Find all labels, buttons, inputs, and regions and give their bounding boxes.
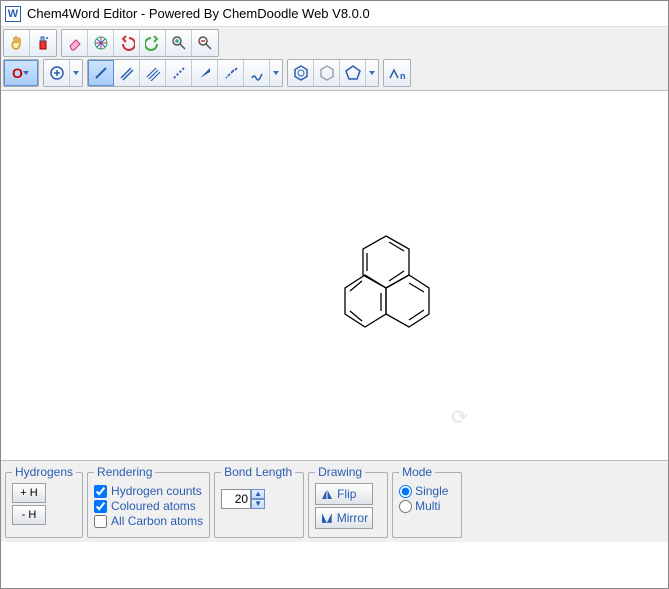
- hand-tool[interactable]: [4, 30, 30, 56]
- chevron-down-icon: [369, 71, 375, 75]
- rendering-legend: Rendering: [94, 465, 155, 479]
- mode-single-radio[interactable]: [399, 485, 412, 498]
- bond-length-legend: Bond Length: [221, 465, 295, 479]
- dashed-bond-tool[interactable]: [166, 60, 192, 86]
- hydrogen-counts-checkbox[interactable]: [94, 485, 107, 498]
- undo-icon: [119, 35, 135, 51]
- all-carbon-label: All Carbon atoms: [111, 514, 203, 528]
- center-tool[interactable]: [88, 30, 114, 56]
- mode-single-row[interactable]: Single: [399, 484, 455, 498]
- chevron-down-icon: [23, 71, 29, 75]
- toolbar-row-2: O: [1, 57, 668, 90]
- pentagon-icon: [344, 64, 362, 82]
- drawing-group: Drawing Flip Mirror: [308, 465, 388, 538]
- app-icon: W: [5, 6, 21, 22]
- coloured-atoms-checkbox[interactable]: [94, 500, 107, 513]
- hash-wedge-bond-tool[interactable]: [218, 60, 244, 86]
- hydrogens-legend: Hydrogens: [12, 465, 76, 479]
- coloured-atoms-checkbox-row[interactable]: Coloured atoms: [94, 499, 203, 513]
- mirror-button[interactable]: Mirror: [315, 507, 373, 529]
- redo-icon: [145, 35, 161, 51]
- bottom-panel: Hydrogens + H - H Rendering Hydrogen cou…: [1, 460, 668, 542]
- ring-dropdown[interactable]: [366, 60, 378, 86]
- charge-dropdown[interactable]: [70, 60, 82, 86]
- rendering-group: Rendering Hydrogen counts Coloured atoms…: [87, 465, 210, 538]
- chevron-down-icon: [273, 71, 279, 75]
- dashed-bond-icon: [171, 65, 187, 81]
- add-charge-tool[interactable]: [44, 60, 70, 86]
- bond-length-input[interactable]: [221, 489, 251, 509]
- chevron-down-icon: [73, 71, 79, 75]
- chain-label: n: [400, 71, 406, 81]
- mirror-label: Mirror: [337, 511, 368, 525]
- zoom-in-icon: [171, 35, 187, 51]
- mode-single-label: Single: [415, 484, 448, 498]
- eraser-tool[interactable]: [62, 30, 88, 56]
- hydrogen-counts-label: Hydrogen counts: [111, 484, 202, 498]
- wavy-bond-icon: [249, 65, 265, 81]
- remove-hydrogen-button[interactable]: - H: [12, 505, 46, 525]
- clean-tool[interactable]: [30, 30, 56, 56]
- zoom-out-button[interactable]: [192, 30, 218, 56]
- coloured-atoms-label: Coloured atoms: [111, 499, 196, 513]
- bond-dropdown[interactable]: [270, 60, 282, 86]
- hydrogens-group: Hydrogens + H - H: [5, 465, 83, 538]
- hash-wedge-icon: [223, 65, 239, 81]
- chain-icon: n: [388, 64, 406, 82]
- wavy-bond-tool[interactable]: [244, 60, 270, 86]
- eraser-icon: [67, 35, 83, 51]
- spray-icon: [35, 35, 51, 51]
- flip-icon: [320, 487, 334, 501]
- compass-icon: [93, 35, 109, 51]
- redo-button[interactable]: [140, 30, 166, 56]
- single-bond-tool[interactable]: [88, 60, 114, 86]
- mode-group: Mode Single Multi: [392, 465, 462, 538]
- hydrogen-counts-checkbox-row[interactable]: Hydrogen counts: [94, 484, 203, 498]
- triple-bond-icon: [145, 65, 161, 81]
- drawing-legend: Drawing: [315, 465, 365, 479]
- wedge-bond-tool[interactable]: [192, 60, 218, 86]
- triple-bond-tool[interactable]: [140, 60, 166, 86]
- zoom-in-button[interactable]: [166, 30, 192, 56]
- zoom-out-icon: [197, 35, 213, 51]
- toolbar-row-1: [1, 27, 668, 57]
- flip-button[interactable]: Flip: [315, 483, 373, 505]
- bond-length-up[interactable]: ▲: [251, 489, 265, 499]
- bond-length-down[interactable]: ▼: [251, 499, 265, 509]
- mode-multi-radio[interactable]: [399, 500, 412, 513]
- single-bond-icon: [93, 65, 109, 81]
- undo-button[interactable]: [114, 30, 140, 56]
- wedge-icon: [197, 65, 213, 81]
- mode-multi-label: Multi: [415, 499, 440, 513]
- all-carbon-checkbox[interactable]: [94, 515, 107, 528]
- double-bond-icon: [119, 65, 135, 81]
- atom-label-tool[interactable]: O: [4, 60, 38, 86]
- flip-label: Flip: [337, 487, 356, 501]
- mode-legend: Mode: [399, 465, 435, 479]
- hand-icon: [9, 35, 25, 51]
- benzene-ring-tool[interactable]: [288, 60, 314, 86]
- hexagon-icon: [318, 64, 336, 82]
- window-title: Chem4Word Editor - Powered By ChemDoodle…: [27, 6, 370, 21]
- mirror-icon: [320, 511, 334, 525]
- drawing-canvas[interactable]: ⟳: [1, 90, 668, 460]
- double-bond-tool[interactable]: [114, 60, 140, 86]
- add-hydrogen-button[interactable]: + H: [12, 483, 46, 503]
- cyclohexane-ring-tool[interactable]: [314, 60, 340, 86]
- watermark: ⟳: [451, 405, 468, 430]
- cyclopentane-ring-tool[interactable]: [340, 60, 366, 86]
- chain-tool[interactable]: n: [384, 60, 410, 86]
- benzene-icon: [292, 64, 310, 82]
- bond-length-group: Bond Length ▲ ▼: [214, 465, 304, 538]
- mode-multi-row[interactable]: Multi: [399, 499, 455, 513]
- atom-label-text: O: [12, 65, 23, 81]
- molecule-structure: [331, 231, 441, 341]
- window-titlebar: W Chem4Word Editor - Powered By ChemDood…: [1, 1, 668, 27]
- all-carbon-checkbox-row[interactable]: All Carbon atoms: [94, 514, 203, 528]
- plus-circle-icon: [49, 65, 65, 81]
